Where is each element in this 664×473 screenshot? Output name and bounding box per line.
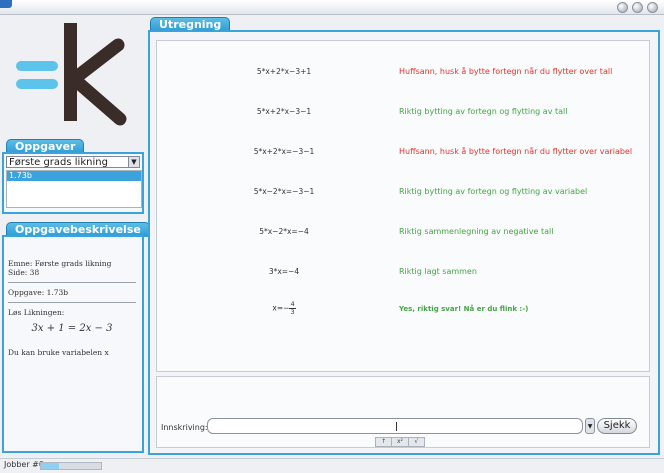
titlebar-corner <box>0 0 12 8</box>
step-message: Riktig bytting av fortegn og flytting av… <box>399 107 568 116</box>
progress-fill <box>41 463 59 469</box>
variable-hint: Du kan bruke variabelen x <box>8 348 109 357</box>
step-expression: 5*x+2*x−3+1 <box>256 67 312 76</box>
task-line: Oppgave: 1.73b <box>8 288 69 297</box>
expression-input[interactable] <box>207 418 583 434</box>
description-panel: Emne: Første grads likning Side: 38 Oppg… <box>2 235 144 453</box>
step-message: Riktig lagt sammen <box>399 267 477 276</box>
window-controls <box>617 2 658 13</box>
step-expression: 5*x+2*x−3−1 <box>256 107 312 116</box>
maximize-icon[interactable] <box>632 2 643 13</box>
task-list-item-selected[interactable]: 1.73b <box>7 171 141 181</box>
status-bar: Jobber #0 <box>0 458 664 473</box>
category-select-value: Første grads likning <box>9 157 108 168</box>
step-expression: 3*x=−4 <box>268 267 300 276</box>
final-fraction: 43 <box>289 301 296 316</box>
divider <box>8 282 136 283</box>
app-logo <box>16 23 127 126</box>
step-message-success: Yes, riktig svar! Nå er du flink :-) <box>399 305 529 313</box>
history-dropdown-icon[interactable]: ▼ <box>585 418 595 434</box>
input-label: Innskriving: <box>161 423 208 432</box>
fraction-denominator: 3 <box>290 308 295 316</box>
chevron-down-icon[interactable]: ▼ <box>128 157 139 167</box>
topic-line: Emne: Første grads likning <box>8 259 112 268</box>
progress-bar <box>40 462 102 470</box>
step-message: Riktig sammenlegning av negative tall <box>399 227 554 236</box>
left-column: Oppgaver Første grads likning ▼ 1.73b Op… <box>2 15 150 455</box>
task-list[interactable]: 1.73b <box>6 170 142 208</box>
step-message: Riktig bytting av fortegn og flytting av… <box>399 187 588 196</box>
step-expression: 5*x−2*x=−4 <box>259 227 309 236</box>
sqrt-icon[interactable]: √ <box>409 438 424 446</box>
divider <box>8 302 136 303</box>
square-icon[interactable]: x² <box>392 438 409 446</box>
description-content: Emne: Første grads likning Side: 38 Oppg… <box>8 241 136 357</box>
close-icon[interactable] <box>647 2 658 13</box>
instruction-line: Løs Likningen: <box>8 308 65 317</box>
status-label: Jobber #0 <box>4 460 44 469</box>
minimize-icon[interactable] <box>617 2 628 13</box>
text-caret <box>396 422 397 431</box>
step-message: Huffsann, husk å bytte fortegn når du fl… <box>399 67 613 76</box>
logo-k-arms <box>67 38 127 126</box>
logo-bar-top <box>16 61 58 71</box>
check-button[interactable]: Sjekk <box>597 418 637 434</box>
step-message: Huffsann, husk å bytte fortegn når du fl… <box>399 147 633 156</box>
work-panel: 5*x+2*x−3+1 Huffsann, husk å bytte forte… <box>148 30 660 455</box>
tasks-panel: Første grads likning ▼ 1.73b <box>2 152 144 214</box>
final-expr-prefix: x=− <box>272 303 290 313</box>
up-arrow-icon[interactable]: ↑ <box>376 438 393 446</box>
task-equation: 3x + 1 = 2x − 3 <box>31 323 113 334</box>
page-line: Side: 38 <box>8 268 40 277</box>
step-expression: 5*x−2*x=−3−1 <box>253 187 315 196</box>
steps-area: 5*x+2*x−3+1 Huffsann, husk å bytte forte… <box>156 40 650 372</box>
input-area: Innskriving: ▼ Sjekk ↑ x² √ <box>156 376 650 448</box>
step-expression: 5*x+2*x=−3−1 <box>253 147 315 156</box>
window-titlebar <box>0 0 664 15</box>
logo-bar-bottom <box>16 79 58 89</box>
symbol-toolbar: ↑ x² √ <box>375 437 425 447</box>
category-select[interactable]: Første grads likning ▼ <box>6 156 140 168</box>
step-expression-final: x=− 4 3 <box>199 301 369 316</box>
